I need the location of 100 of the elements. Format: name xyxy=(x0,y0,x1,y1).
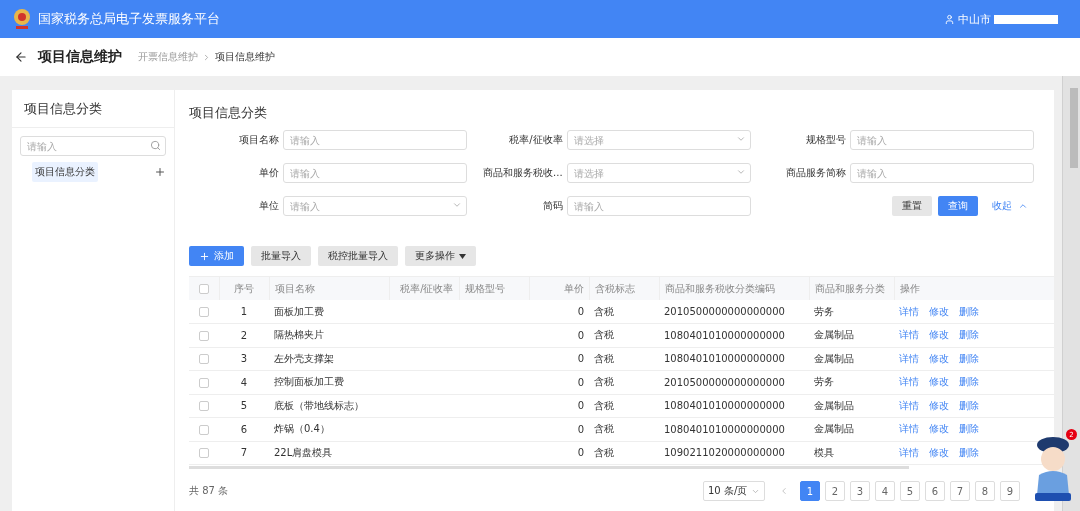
input-field[interactable]: 请输入 xyxy=(850,163,1035,183)
tree-item[interactable]: 项目信息分类 xyxy=(32,162,98,182)
table-cell: 2010500000000000000 xyxy=(659,300,809,324)
action-link[interactable]: 修改 xyxy=(929,352,949,364)
column-header: 项目名称 xyxy=(269,277,389,300)
toolbar-button[interactable]: 添加 xyxy=(189,246,244,266)
table-cell: 金属制品 xyxy=(809,417,894,441)
column-header: 操作 xyxy=(894,277,1054,300)
table-cell: 1080401010000000000 xyxy=(659,347,809,371)
input-field[interactable]: 请输入 xyxy=(850,130,1035,150)
action-link[interactable]: 删除 xyxy=(959,423,979,435)
field-label: 项目名称 xyxy=(238,133,279,147)
toolbar-button[interactable]: 更多操作 xyxy=(405,246,476,266)
chevron-up-icon[interactable] xyxy=(1018,201,1028,211)
table-cell: 4 xyxy=(219,370,269,394)
table-cell: 0 xyxy=(529,370,589,394)
table-cell: 2010500000000000000 xyxy=(659,370,809,394)
chevron-icon xyxy=(452,200,462,210)
prev-page-icon[interactable] xyxy=(779,486,789,496)
row-checkbox[interactable] xyxy=(199,448,209,459)
row-checkbox[interactable] xyxy=(199,354,209,365)
page-button[interactable]: 6 xyxy=(925,481,945,501)
total-count: 共 87 条 xyxy=(189,484,229,498)
action-link[interactable]: 修改 xyxy=(929,399,949,411)
action-link[interactable]: 详情 xyxy=(899,305,919,317)
action-link[interactable]: 详情 xyxy=(899,376,919,388)
action-link[interactable]: 修改 xyxy=(929,446,949,458)
platform-title: 国家税务总局电子发票服务平台 xyxy=(38,10,220,28)
page-button[interactable]: 9 xyxy=(1000,481,1020,501)
table-cell: 金属制品 xyxy=(809,347,894,371)
breadcrumb-item[interactable]: 开票信息维护 xyxy=(138,50,198,64)
add-icon[interactable] xyxy=(154,166,166,178)
action-link[interactable]: 删除 xyxy=(959,352,979,364)
table-cell: 22L肩盘模具 xyxy=(269,441,389,465)
page-title: 项目信息维护 xyxy=(38,48,122,66)
action-link[interactable]: 详情 xyxy=(899,399,919,411)
row-checkbox[interactable] xyxy=(199,307,209,317)
action-link[interactable]: 删除 xyxy=(959,305,979,317)
caret-icon xyxy=(459,253,466,259)
toolbar-button[interactable]: 税控批量导入 xyxy=(318,246,398,266)
column-header: 商品和服务分类 xyxy=(809,277,894,300)
page-button[interactable]: 2 xyxy=(825,481,845,501)
page-button[interactable]: 4 xyxy=(875,481,895,501)
action-link[interactable]: 删除 xyxy=(959,446,979,458)
action-link[interactable]: 删除 xyxy=(959,329,979,341)
page-button[interactable]: 7 xyxy=(950,481,970,501)
table-cell: 模具 xyxy=(809,441,894,465)
page-button[interactable]: 5 xyxy=(900,481,920,501)
select-field[interactable]: 请选择 xyxy=(566,163,751,183)
user-icon xyxy=(944,13,955,25)
action-link[interactable]: 修改 xyxy=(929,329,949,341)
column-header: 含税标志 xyxy=(589,277,659,300)
action-link[interactable]: 修改 xyxy=(929,376,949,388)
row-checkbox[interactable] xyxy=(199,330,209,341)
user-name: 中山市 xyxy=(958,11,991,27)
plus-icon xyxy=(199,250,210,262)
table-cell: 金属制品 xyxy=(809,394,894,418)
input-field[interactable]: 请输入 xyxy=(283,163,467,183)
select-field[interactable]: 请选择 xyxy=(566,130,751,150)
table-cell: 6 xyxy=(219,417,269,441)
back-icon[interactable] xyxy=(14,50,28,64)
section-title: 项目信息分类 xyxy=(189,104,268,122)
table-cell: 含税 xyxy=(589,394,659,418)
table-cell: 7 xyxy=(219,441,269,465)
action-link[interactable]: 修改 xyxy=(929,423,949,435)
table-cell: 金属制品 xyxy=(809,323,894,347)
table-cell: 0 xyxy=(529,323,589,347)
input-field[interactable]: 请输入 xyxy=(566,196,751,216)
scrollbar-thumb[interactable] xyxy=(1070,88,1078,168)
table-cell: 含税 xyxy=(589,441,659,465)
emblem-logo xyxy=(12,7,32,31)
table-cell: 面板加工费 xyxy=(269,300,389,324)
reset-button[interactable]: 重置 xyxy=(892,196,932,216)
action-link[interactable]: 详情 xyxy=(899,329,919,341)
search-icon[interactable] xyxy=(150,140,161,151)
page-size-select[interactable]: 10 条/页 xyxy=(703,481,765,501)
page-button[interactable]: 1 xyxy=(800,481,820,501)
action-link[interactable]: 详情 xyxy=(899,446,919,458)
action-link[interactable]: 修改 xyxy=(929,305,949,317)
page-button[interactable]: 3 xyxy=(850,481,870,501)
field-label: 商品服务简称 xyxy=(785,166,847,180)
column-header: 商品和服务税收分类编码 xyxy=(659,277,809,300)
row-checkbox[interactable] xyxy=(199,377,209,388)
chevron-icon xyxy=(735,134,746,144)
query-button[interactable]: 查询 xyxy=(938,196,978,216)
row-checkbox[interactable] xyxy=(199,401,209,412)
action-link[interactable]: 详情 xyxy=(899,352,919,364)
input-field[interactable]: 请输入 xyxy=(283,130,467,150)
search-field[interactable]: 请输入 xyxy=(20,136,166,156)
page-button[interactable]: 8 xyxy=(975,481,995,501)
table-cell: 底板（带地线标志） xyxy=(269,394,389,418)
row-checkbox[interactable] xyxy=(199,424,209,435)
action-link[interactable]: 删除 xyxy=(959,376,979,388)
action-link[interactable]: 详情 xyxy=(899,423,919,435)
action-link[interactable]: 删除 xyxy=(959,399,979,411)
select-all-checkbox[interactable] xyxy=(198,284,209,294)
collapse-link[interactable]: 收起 xyxy=(992,199,1012,213)
select-field[interactable]: 请输入 xyxy=(283,196,467,216)
toolbar-button[interactable]: 批量导入 xyxy=(251,246,311,266)
table-cell: 2 xyxy=(219,323,269,347)
